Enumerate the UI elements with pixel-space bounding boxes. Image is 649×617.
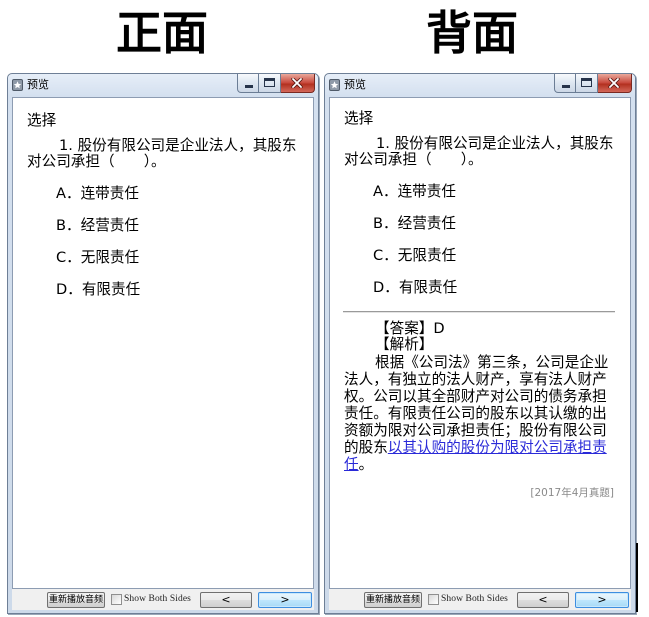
close-icon [608, 78, 620, 88]
question-type: 选择 [27, 111, 57, 129]
minimize-button[interactable] [554, 74, 576, 93]
show-both-sides-checkbox[interactable] [428, 594, 439, 605]
show-both-sides-label[interactable]: Show Both Sides [441, 593, 508, 606]
minimize-button[interactable] [237, 74, 259, 93]
question-stem-line: 1. 股份有限公司是企业法人，其股东 [376, 134, 614, 152]
analysis-label: 【解析】 [375, 335, 434, 353]
minimize-icon [245, 85, 253, 88]
analysis-text-plain: 。 [358, 455, 374, 473]
option-d: D．有限责任 [373, 278, 458, 296]
maximize-icon [581, 78, 592, 87]
front-side-heading: 正面 [116, 6, 208, 60]
analysis-line: 法人，有独立的法人财产，享有法人财产 [344, 370, 607, 388]
minimize-icon [562, 85, 570, 88]
analysis-line: 权。公司以其全部财产对公司的债务承担 [344, 387, 607, 405]
question-stem-line: 对公司承担（ ）。 [27, 152, 166, 170]
analysis-line: 资额为限对公司承担责任；股份有限公司 [344, 421, 607, 439]
option-c: C．无限责任 [56, 248, 140, 266]
caption-buttons [554, 74, 632, 93]
background-edge-line [636, 543, 638, 612]
answer-divider [343, 311, 615, 313]
title-bar[interactable]: 预览 [8, 74, 318, 96]
analysis-link[interactable]: 以其认购的股份为限对公司承担责 [388, 439, 607, 456]
back-preview-window: 预览 选择 1. 股份有限公司是企业法人，其股东 对公司承担（ ）。 A．连带责… [324, 73, 636, 614]
back-side-heading: 背面 [426, 6, 518, 60]
option-a: A．连带责任 [373, 182, 456, 200]
analysis-line: 的股东以其认购的股份为限对公司承担责 [344, 439, 628, 456]
card-view: 选择 1. 股份有限公司是企业法人，其股东 对公司承担（ ）。 A．连带责任 B… [329, 97, 631, 589]
preview-toolbar: 重新播放音频 Show Both Sides < > [329, 589, 631, 610]
option-d: D．有限责任 [56, 280, 141, 298]
close-button[interactable] [281, 74, 315, 93]
card-content: 选择 1. 股份有限公司是企业法人，其股东 对公司承担（ ）。 A．连带责任 B… [13, 98, 313, 588]
question-type: 选择 [344, 109, 374, 127]
maximize-icon [264, 78, 275, 87]
show-both-sides-label[interactable]: Show Both Sides [124, 593, 191, 606]
window-title: 预览 [27, 78, 49, 91]
card-content: 选择 1. 股份有限公司是企业法人，其股东 对公司承担（ ）。 A．连带责任 B… [330, 98, 630, 586]
front-preview-window: 预览 选择 1. 股份有限公司是企业法人，其股东 对公司承担（ ）。 A．连带责… [7, 73, 319, 614]
analysis-text-plain: 的股东 [344, 438, 388, 456]
option-b: B．经营责任 [56, 216, 139, 234]
option-c: C．无限责任 [373, 246, 457, 264]
next-card-button[interactable]: > [258, 592, 312, 608]
close-button[interactable] [598, 74, 632, 93]
maximize-button[interactable] [259, 74, 281, 93]
question-stem-line: 1. 股份有限公司是企业法人，其股东 [59, 136, 297, 154]
option-b: B．经营责任 [373, 214, 456, 232]
analysis-link[interactable]: 任 [344, 456, 359, 473]
analysis-line: 责任。有限责任公司的股东以其认缴的出 [344, 404, 607, 422]
replay-audio-button[interactable]: 重新播放音频 [364, 592, 422, 608]
analysis-line: 任。 [344, 456, 628, 473]
question-stem-line: 对公司承担（ ）。 [344, 150, 483, 168]
exam-source: [2017年4月真题] [530, 487, 614, 499]
analysis-text: 根据《公司法》第三条，公司是企业 法人，有独立的法人财产，享有法人财产 权。公司… [344, 354, 628, 473]
close-icon [291, 78, 303, 88]
caption-buttons [237, 74, 315, 93]
app-icon [329, 79, 340, 91]
option-a: A．连带责任 [56, 184, 139, 202]
next-card-button[interactable]: > [575, 592, 629, 608]
analysis-line: 根据《公司法》第三条，公司是企业 [375, 353, 609, 371]
show-both-sides-checkbox[interactable] [111, 594, 122, 605]
previous-card-button[interactable]: < [517, 592, 569, 608]
replay-audio-button[interactable]: 重新播放音频 [47, 592, 105, 608]
title-bar[interactable]: 预览 [325, 74, 635, 96]
card-view: 选择 1. 股份有限公司是企业法人，其股东 对公司承担（ ）。 A．连带责任 B… [12, 97, 314, 589]
app-icon [12, 79, 23, 91]
answer-label: 【答案】D [375, 319, 445, 337]
preview-toolbar: 重新播放音频 Show Both Sides < > [12, 589, 314, 610]
maximize-button[interactable] [576, 74, 598, 93]
previous-card-button[interactable]: < [200, 592, 252, 608]
window-title: 预览 [344, 78, 366, 91]
